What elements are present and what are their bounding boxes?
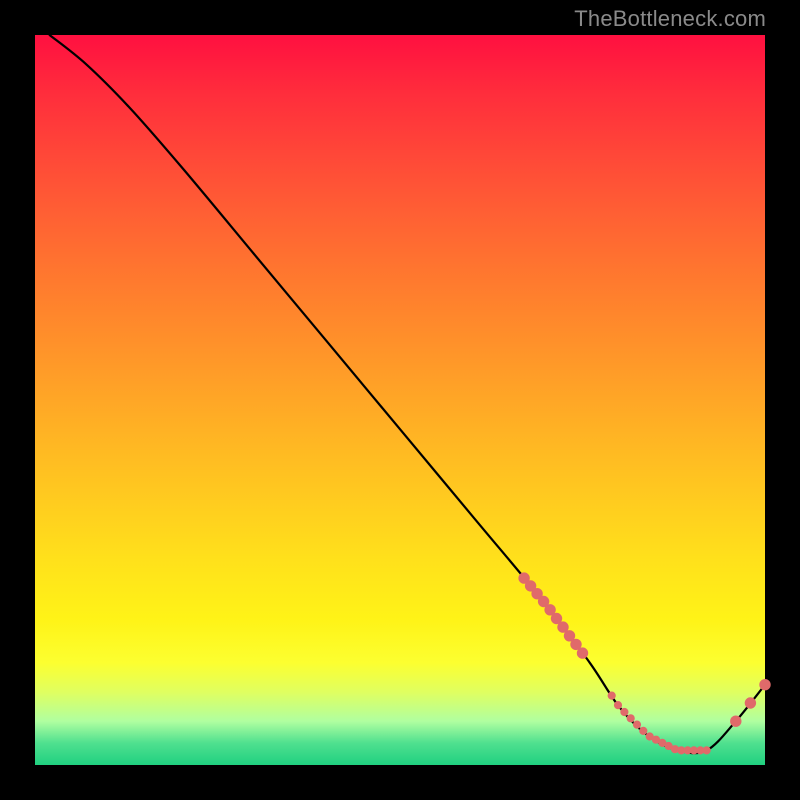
data-point: [760, 680, 770, 690]
data-point: [545, 605, 555, 615]
data-point: [640, 727, 647, 734]
data-point: [564, 631, 574, 641]
chart-frame: TheBottleneck.com: [0, 0, 800, 800]
data-point: [621, 708, 628, 715]
data-point: [627, 715, 634, 722]
watermark-text: TheBottleneck.com: [574, 6, 766, 32]
data-point: [551, 613, 561, 623]
data-point: [558, 622, 568, 632]
chart-svg: [35, 35, 765, 765]
data-markers: [519, 573, 770, 754]
data-point: [614, 702, 621, 709]
data-point: [633, 721, 640, 728]
data-point: [745, 698, 755, 708]
data-point: [608, 692, 615, 699]
data-point: [703, 747, 710, 754]
data-point: [577, 648, 587, 658]
data-point: [731, 716, 741, 726]
chart-plot-area: [35, 35, 765, 765]
bottleneck-curve: [50, 35, 765, 753]
data-point: [571, 639, 581, 649]
